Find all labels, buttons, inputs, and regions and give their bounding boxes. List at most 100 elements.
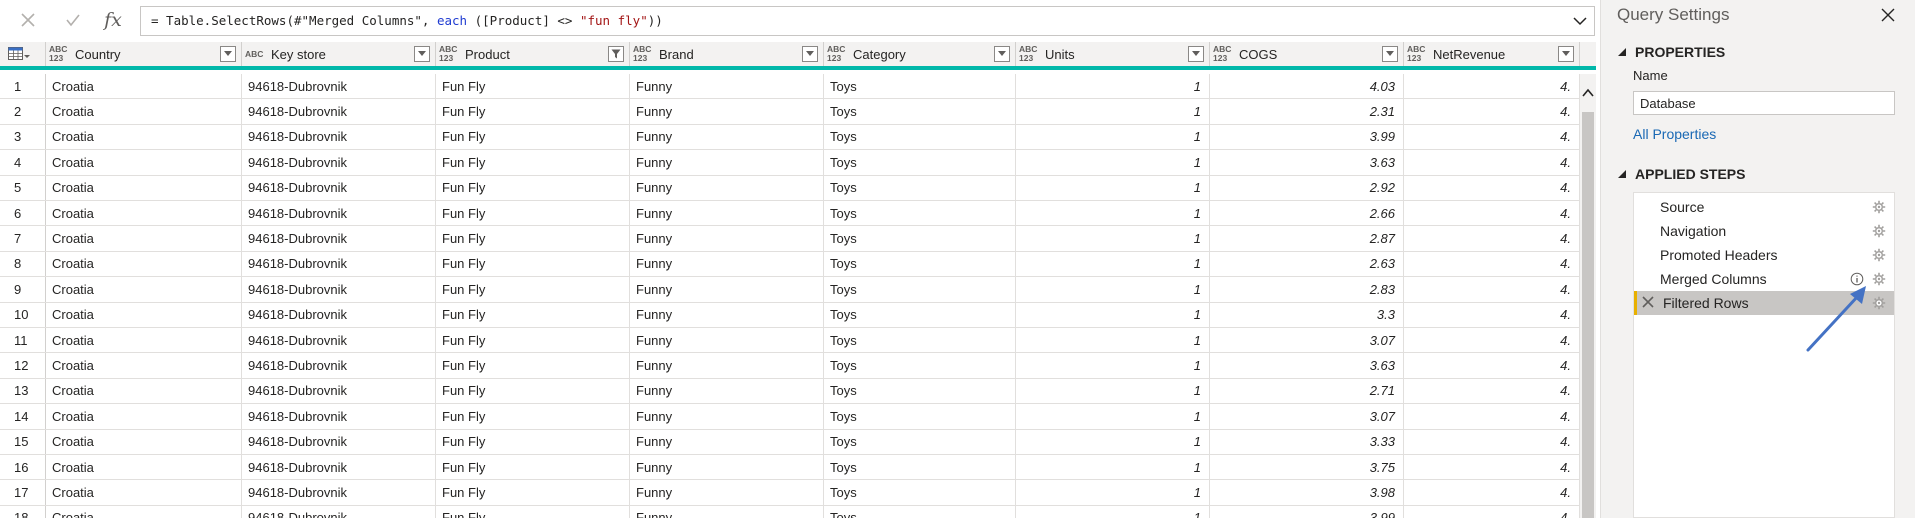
table-cell[interactable]: Funny	[630, 99, 824, 124]
table-cell[interactable]: Toys	[824, 277, 1016, 302]
table-cell[interactable]: 94618-Dubrovnik	[242, 251, 436, 277]
table-cell[interactable]: 94618-Dubrovnik	[242, 302, 436, 327]
table-cell[interactable]: 1	[1016, 302, 1210, 327]
table-cell[interactable]: Toys	[824, 150, 1016, 175]
column-dropdown-button[interactable]	[414, 46, 430, 62]
row-number[interactable]: 11	[0, 328, 46, 353]
table-row[interactable]: 5 Croatia 94618-Dubrovnik Fun Fly Funny Toys 1…	[0, 175, 1580, 201]
table-cell[interactable]: 94618-Dubrovnik	[242, 404, 436, 429]
all-properties-link[interactable]: All Properties	[1633, 126, 1716, 142]
table-cell[interactable]: Croatia	[46, 353, 242, 378]
table-cell[interactable]: Fun Fly	[436, 328, 630, 353]
table-cell[interactable]: 2.83	[1210, 277, 1404, 302]
table-cell[interactable]: 1	[1016, 150, 1210, 175]
delete-step-button[interactable]	[1642, 294, 1656, 310]
table-cell[interactable]: 3.99	[1210, 124, 1404, 150]
formula-input[interactable]: = Table.SelectRows(#"Merged Columns", ea…	[140, 6, 1595, 36]
vertical-scrollbar[interactable]	[1580, 74, 1596, 518]
table-cell[interactable]: Toys	[824, 455, 1016, 480]
table-cell[interactable]: 4.	[1404, 251, 1580, 277]
table-cell[interactable]: 4.	[1404, 99, 1580, 124]
table-cell[interactable]: Croatia	[46, 251, 242, 277]
table-cell[interactable]: Fun Fly	[436, 226, 630, 251]
applied-steps-section-header[interactable]: APPLIED STEPS	[1617, 166, 1745, 182]
row-number[interactable]: 3	[0, 124, 46, 150]
table-cell[interactable]: 94618-Dubrovnik	[242, 201, 436, 226]
row-number[interactable]: 1	[0, 74, 46, 99]
column-dropdown-button[interactable]	[802, 46, 818, 62]
table-cell[interactable]: 1	[1016, 201, 1210, 226]
table-cell[interactable]: 94618-Dubrovnik	[242, 505, 436, 518]
table-cell[interactable]: Fun Fly	[436, 251, 630, 277]
table-cell[interactable]: Toys	[824, 328, 1016, 353]
table-cell[interactable]: Fun Fly	[436, 480, 630, 505]
row-number[interactable]: 10	[0, 302, 46, 327]
close-panel-button[interactable]	[1877, 4, 1899, 26]
table-cell[interactable]: 94618-Dubrovnik	[242, 455, 436, 480]
table-cell[interactable]: Toys	[824, 378, 1016, 404]
properties-section-header[interactable]: PROPERTIES	[1617, 44, 1725, 60]
table-cell[interactable]: 1	[1016, 175, 1210, 200]
row-number[interactable]: 2	[0, 99, 46, 124]
row-number[interactable]: 14	[0, 404, 46, 429]
row-number[interactable]: 16	[0, 455, 46, 480]
table-cell[interactable]: 1	[1016, 277, 1210, 302]
table-cell[interactable]: 3.3	[1210, 302, 1404, 327]
step-settings-button[interactable]	[1872, 248, 1886, 262]
table-cell[interactable]: Croatia	[46, 150, 242, 175]
table-cell[interactable]: Croatia	[46, 505, 242, 518]
table-cell[interactable]: Croatia	[46, 429, 242, 454]
table-cell[interactable]: 94618-Dubrovnik	[242, 353, 436, 378]
table-cell[interactable]: 3.63	[1210, 353, 1404, 378]
applied-step-merged-columns[interactable]: Merged Columns	[1634, 267, 1894, 291]
table-cell[interactable]: 1	[1016, 429, 1210, 454]
table-cell[interactable]: 94618-Dubrovnik	[242, 99, 436, 124]
table-cell[interactable]: Croatia	[46, 124, 242, 150]
table-row[interactable]: 13 Croatia 94618-Dubrovnik Fun Fly Funny Toys…	[0, 378, 1580, 405]
table-cell[interactable]: Funny	[630, 277, 824, 302]
table-row[interactable]: 1 Croatia 94618-Dubrovnik Fun Fly Funny Toys 1…	[0, 74, 1580, 100]
expand-formula-button[interactable]	[1572, 13, 1588, 29]
column-type-icon[interactable]: ABC	[245, 49, 269, 59]
step-settings-button[interactable]	[1872, 224, 1886, 238]
table-row[interactable]: 6 Croatia 94618-Dubrovnik Fun Fly Funny Toys 1…	[0, 201, 1580, 227]
table-cell[interactable]: Fun Fly	[436, 455, 630, 480]
table-cell[interactable]: Toys	[824, 175, 1016, 200]
table-cell[interactable]: 1	[1016, 455, 1210, 480]
cancel-formula-button[interactable]	[12, 6, 44, 34]
table-row[interactable]: 14 Croatia 94618-Dubrovnik Fun Fly Funny Toys…	[0, 404, 1580, 430]
table-row[interactable]: 7 Croatia 94618-Dubrovnik Fun Fly Funny Toys 1…	[0, 226, 1580, 252]
table-cell[interactable]: 1	[1016, 226, 1210, 251]
table-cell[interactable]: 2.66	[1210, 201, 1404, 226]
table-cell[interactable]: 1	[1016, 378, 1210, 404]
table-cell[interactable]: 2.87	[1210, 226, 1404, 251]
insert-function-button[interactable]: fx	[97, 6, 129, 34]
table-cell[interactable]: Funny	[630, 74, 824, 99]
row-number[interactable]: 4	[0, 150, 46, 175]
table-row[interactable]: 2 Croatia 94618-Dubrovnik Fun Fly Funny Toys 1…	[0, 99, 1580, 125]
table-cell[interactable]: Fun Fly	[436, 150, 630, 175]
table-cell[interactable]: Fun Fly	[436, 175, 630, 200]
table-cell[interactable]: Croatia	[46, 455, 242, 480]
row-number[interactable]: 13	[0, 378, 46, 404]
table-cell[interactable]: Toys	[824, 429, 1016, 454]
column-type-icon[interactable]: ABC 123	[1019, 45, 1043, 63]
table-cell[interactable]: Toys	[824, 226, 1016, 251]
table-row[interactable]: 8 Croatia 94618-Dubrovnik Fun Fly Funny Toys 1…	[0, 251, 1580, 278]
column-dropdown-button[interactable]	[1382, 46, 1398, 62]
table-cell[interactable]: 3.99	[1210, 505, 1404, 518]
table-cell[interactable]: Croatia	[46, 277, 242, 302]
table-cell[interactable]: 4.	[1404, 302, 1580, 327]
table-cell[interactable]: Croatia	[46, 328, 242, 353]
table-cell[interactable]: 3.07	[1210, 328, 1404, 353]
table-cell[interactable]: Croatia	[46, 480, 242, 505]
row-number[interactable]: 18	[0, 505, 46, 518]
row-number[interactable]: 17	[0, 480, 46, 505]
table-cell[interactable]: Croatia	[46, 378, 242, 404]
table-cell[interactable]: Toys	[824, 124, 1016, 150]
column-type-icon[interactable]: ABC 123	[439, 45, 463, 63]
scroll-up-button[interactable]	[1580, 84, 1596, 102]
table-cell[interactable]: Croatia	[46, 99, 242, 124]
table-cell[interactable]: Funny	[630, 302, 824, 327]
table-cell[interactable]: Croatia	[46, 74, 242, 99]
